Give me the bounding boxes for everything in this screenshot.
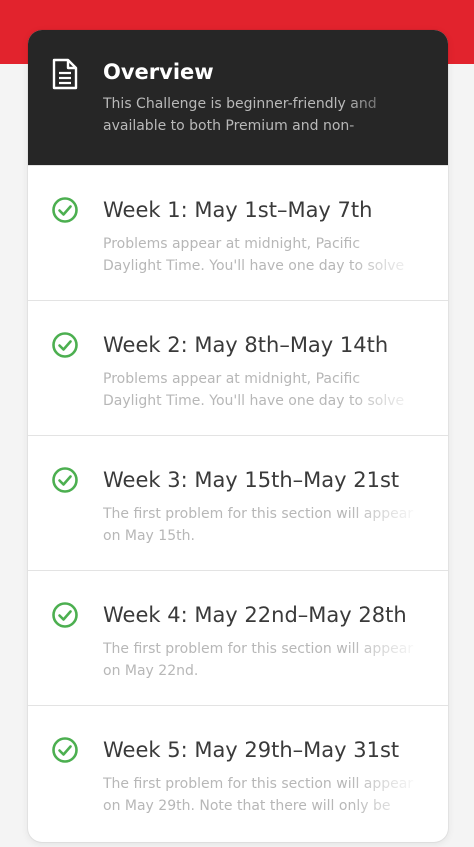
week-description: The first problem for this section will … — [103, 506, 414, 544]
week-2-item[interactable]: Week 2: May 8th–May 14th Problems appear… — [28, 300, 448, 435]
check-circle-icon — [52, 467, 78, 493]
check-circle-icon — [52, 197, 78, 223]
check-circle-icon — [52, 602, 78, 628]
overview-description: This Challenge is beginner-friendly and … — [103, 96, 377, 134]
week-description: The first problem for this section will … — [103, 641, 414, 679]
check-circle-icon — [52, 332, 78, 358]
overview-title: Overview — [103, 60, 214, 84]
check-circle-icon — [52, 737, 78, 763]
document-icon — [52, 58, 78, 90]
week-description: Problems appear at midnight, Pacific Day… — [103, 236, 405, 274]
week-title: Week 1: May 1st–May 7th — [103, 198, 373, 222]
week-1-item[interactable]: Week 1: May 1st–May 7th Problems appear … — [28, 165, 448, 300]
week-description: The first problem for this section will … — [103, 776, 414, 814]
week-4-item[interactable]: Week 4: May 22nd–May 28th The first prob… — [28, 570, 448, 705]
week-5-item[interactable]: Week 5: May 29th–May 31st The first prob… — [28, 705, 448, 840]
challenge-card: Overview This Challenge is beginner-frie… — [28, 30, 448, 842]
week-title: Week 4: May 22nd–May 28th — [103, 603, 407, 627]
overview-section[interactable]: Overview This Challenge is beginner-frie… — [28, 30, 448, 165]
week-3-item[interactable]: Week 3: May 15th–May 21st The first prob… — [28, 435, 448, 570]
week-title: Week 2: May 8th–May 14th — [103, 333, 389, 357]
week-title: Week 3: May 15th–May 21st — [103, 468, 400, 492]
week-title: Week 5: May 29th–May 31st — [103, 738, 400, 762]
week-description: Problems appear at midnight, Pacific Day… — [103, 371, 405, 409]
